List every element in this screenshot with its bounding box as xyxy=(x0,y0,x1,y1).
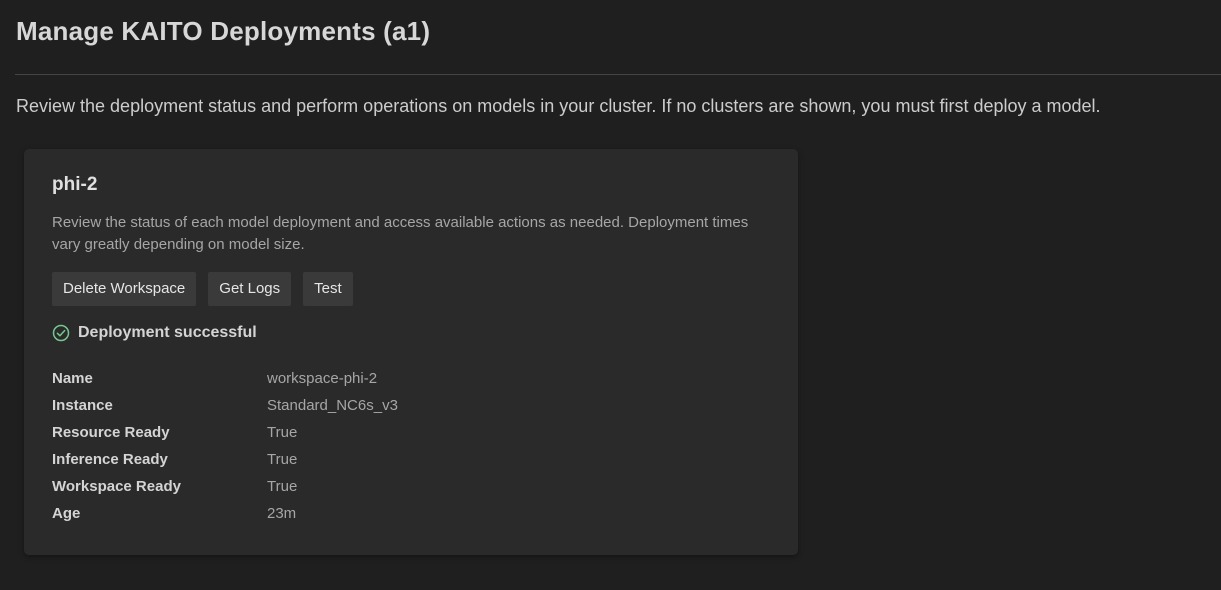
get-logs-button[interactable]: Get Logs xyxy=(208,272,292,306)
detail-value: workspace-phi-2 xyxy=(267,370,378,387)
intro-text: Review the deployment status and perform… xyxy=(16,96,1101,116)
test-button[interactable]: Test xyxy=(303,272,353,306)
deployment-card: phi-2 Review the status of each model de… xyxy=(24,149,798,555)
detail-key: Workspace Ready xyxy=(52,478,181,495)
delete-workspace-button[interactable]: Delete Workspace xyxy=(52,272,197,306)
detail-key: Resource Ready xyxy=(52,424,170,441)
check-circle-icon xyxy=(52,324,70,342)
model-name: phi-2 xyxy=(52,174,98,195)
status-text: Deployment successful xyxy=(78,324,257,341)
detail-key: Age xyxy=(52,505,81,522)
page-title: Manage KAITO Deployments (a1) xyxy=(16,16,431,46)
detail-key: Instance xyxy=(52,397,113,414)
detail-row-resource-ready: Resource Ready True xyxy=(52,419,398,446)
action-bar: Delete Workspace Get Logs Test xyxy=(52,272,353,306)
page: Manage KAITO Deployments (a1) Review the… xyxy=(0,0,1221,590)
detail-value: True xyxy=(267,478,298,495)
detail-value: True xyxy=(267,424,298,441)
detail-value: True xyxy=(267,451,298,468)
deployment-status: Deployment successful xyxy=(52,324,257,342)
details-table: Name workspace-phi-2 Instance Standard_N… xyxy=(52,365,398,527)
title-divider xyxy=(15,74,1221,75)
detail-value: 23m xyxy=(267,505,297,522)
detail-row-workspace-ready: Workspace Ready True xyxy=(52,473,398,500)
detail-key: Name xyxy=(52,370,93,387)
detail-value: Standard_NC6s_v3 xyxy=(267,397,398,414)
detail-key: Inference Ready xyxy=(52,451,168,468)
detail-row-inference-ready: Inference Ready True xyxy=(52,446,398,473)
card-description: Review the status of each model deployme… xyxy=(52,214,749,253)
detail-row-name: Name workspace-phi-2 xyxy=(52,365,398,392)
detail-row-age: Age 23m xyxy=(52,500,398,527)
detail-row-instance: Instance Standard_NC6s_v3 xyxy=(52,392,398,419)
